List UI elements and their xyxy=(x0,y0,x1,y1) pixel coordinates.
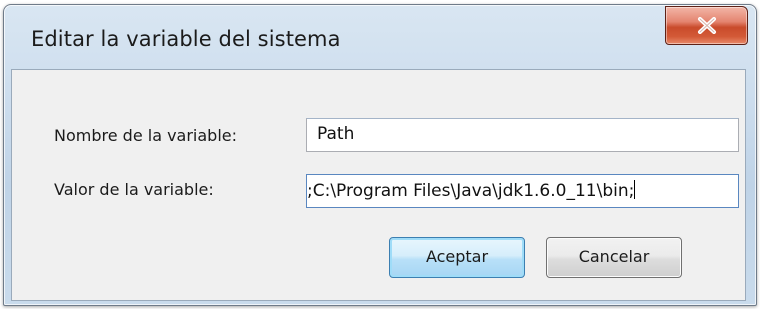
variable-name-field[interactable]: Path xyxy=(306,118,739,152)
dialog-body: Nombre de la variable: Path Valor de la … xyxy=(11,69,746,301)
text-caret xyxy=(634,180,636,199)
title-bar[interactable]: Editar la variable del sistema xyxy=(4,5,756,67)
variable-value-text: ;C:\Program Files\Java\jdk1.6.0_11\bin; xyxy=(307,181,635,201)
variable-name-text: Path xyxy=(317,124,355,144)
close-icon xyxy=(698,17,716,34)
dialog-window: Editar la variable del sistema Nombre de… xyxy=(3,4,757,306)
variable-value-label: Valor de la variable: xyxy=(54,180,214,199)
variable-value-field[interactable]: ;C:\Program Files\Java\jdk1.6.0_11\bin; xyxy=(306,174,739,208)
close-button[interactable] xyxy=(665,6,748,45)
variable-name-label: Nombre de la variable: xyxy=(54,126,238,145)
accept-button[interactable]: Aceptar xyxy=(389,237,525,278)
cancel-button[interactable]: Cancelar xyxy=(546,237,682,278)
dialog-title: Editar la variable del sistema xyxy=(31,27,341,51)
